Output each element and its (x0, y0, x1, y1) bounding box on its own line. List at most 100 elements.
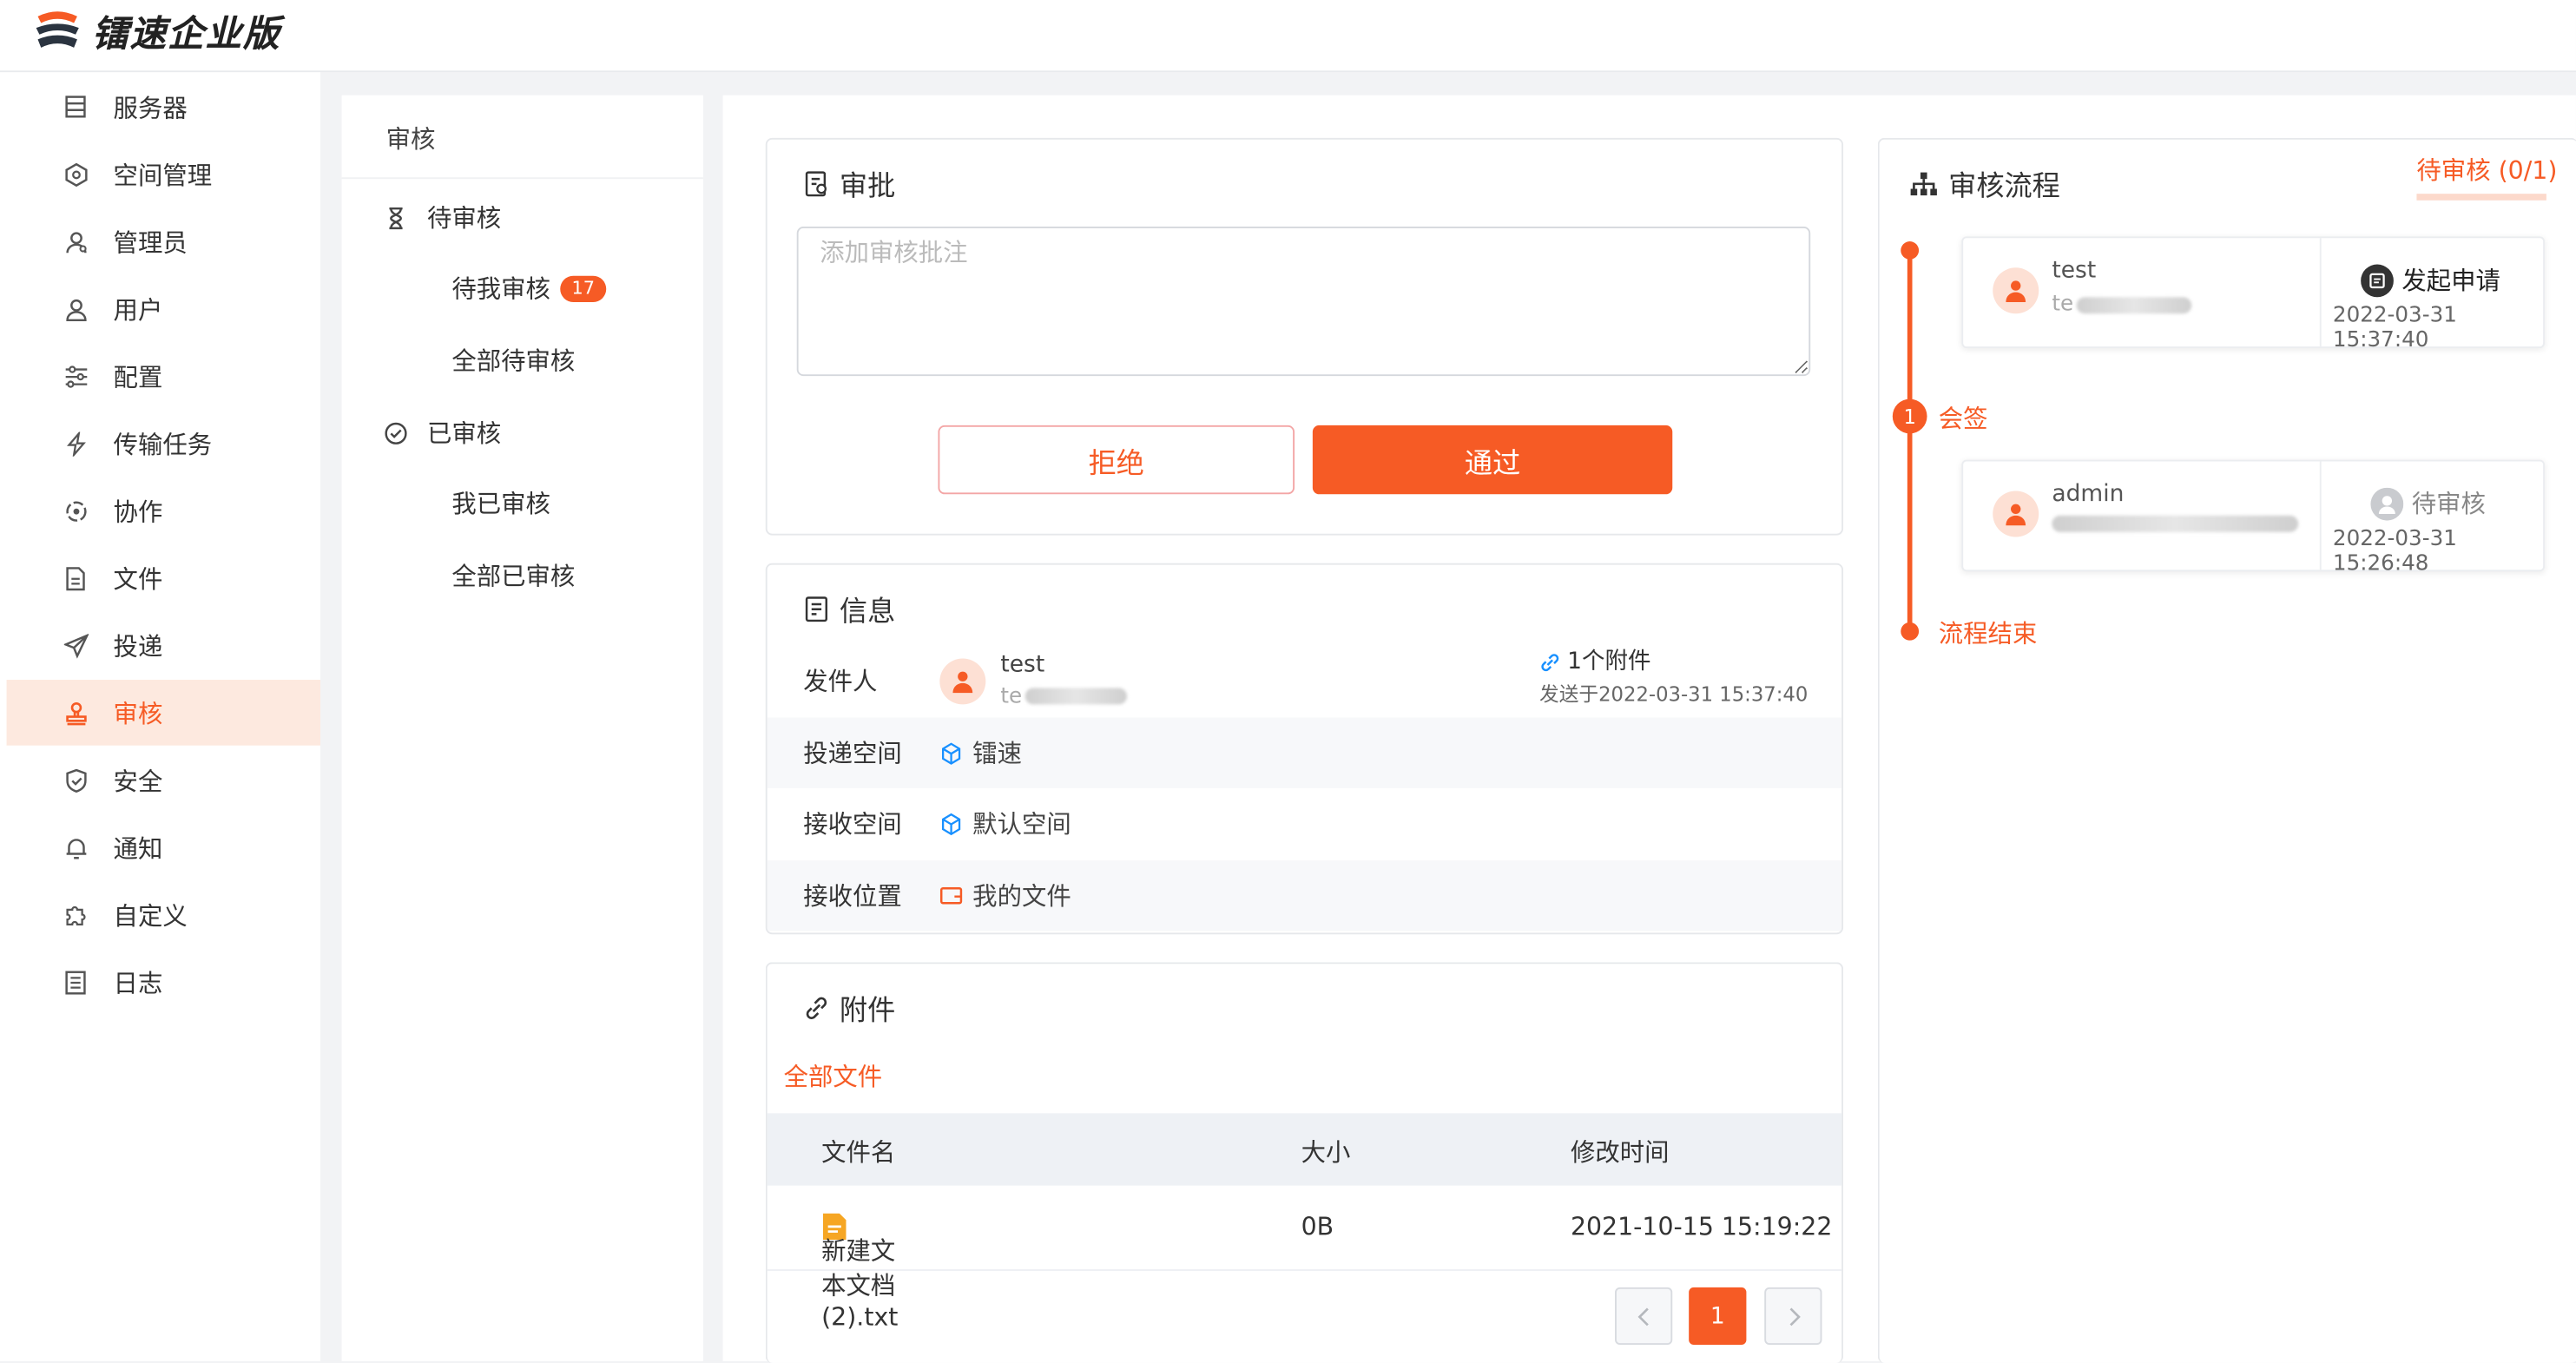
settings-sliders-icon (63, 363, 89, 389)
link-icon (1541, 653, 1559, 671)
chevron-left-icon (1637, 1307, 1648, 1326)
flow-step-divider (2319, 461, 2322, 570)
submenu-group-done[interactable]: 已审核 (385, 416, 501, 451)
submenu-item-pending-all-label: 全部待审核 (451, 346, 576, 377)
info-title-text: 信息 (839, 596, 896, 629)
shield-icon (63, 767, 89, 793)
sidebar-item-shield[interactable]: 安全 (7, 747, 320, 813)
file-name-cell: 新建文本文档 (2).txt (821, 1212, 898, 1332)
sidebar-item-label: 用户 (113, 294, 163, 325)
sidebar-item-label: 服务器 (113, 92, 188, 122)
sidebar-item-puzzle[interactable]: 自定义 (7, 882, 320, 948)
server-icon (63, 94, 89, 120)
sidebar-item-label: 协作 (113, 497, 163, 527)
prev-page-button[interactable] (1615, 1287, 1673, 1346)
filter-all-files[interactable]: 全部文件 (784, 1059, 883, 1094)
content-area: 审批 拒绝 通过 信息 发件人 test te (722, 95, 2576, 1363)
chevron-right-icon (1789, 1307, 1800, 1326)
puzzle-icon (63, 901, 89, 927)
initiator-email-row: te (2052, 292, 2192, 318)
file-size: 0B (1301, 1211, 1334, 1241)
receive-space-label: 接收空间 (803, 809, 902, 840)
approver-name: admin (2052, 481, 2125, 508)
col-size: 大小 (1301, 1137, 1351, 1168)
submenu-group-pending[interactable]: 待审核 (385, 201, 501, 235)
submenu-divider (341, 177, 703, 180)
sent-at: 发送于2022-03-31 15:37:40 (1538, 682, 1808, 707)
sidebar-item-send[interactable]: 投递 (7, 612, 320, 678)
info-title: 信息 (803, 588, 895, 629)
pass-button[interactable]: 通过 (1312, 425, 1673, 495)
sidebar-item-user[interactable]: 用户 (7, 276, 320, 342)
audit-submenu: 审核 待审核 待我审核 17 全部待审核 已审核 我已审核 全部已审核 (341, 95, 703, 1361)
attachments-table-header: 文件名 大小 修改时间 (767, 1113, 1842, 1186)
sidebar-item-settings-sliders[interactable]: 配置 (7, 343, 320, 409)
receive-location-text: 我的文件 (972, 881, 1071, 912)
initiator-time: 2022-03-31 15:37:40 (2332, 303, 2457, 353)
flow-status-tab[interactable]: 待审核 (0/1) (2416, 153, 2557, 188)
initiator-action: 发起申请 (2361, 263, 2500, 298)
submenu-item-pending-all[interactable]: 全部待审核 (451, 343, 575, 378)
sidebar-item-label: 通知 (113, 833, 163, 863)
sidebar-item-label: 审核 (113, 698, 163, 728)
sender-label: 发件人 (803, 666, 878, 696)
attachment-count-link[interactable]: 1个附件 (1539, 645, 1808, 678)
app-name: 镭速企业版 (91, 15, 281, 56)
col-filename: 文件名 (821, 1137, 896, 1168)
sidebar-item-label: 传输任务 (113, 429, 213, 459)
collaborate-icon (63, 497, 89, 523)
submenu-group-pending-label: 待审核 (426, 203, 502, 234)
paperclip-icon (806, 996, 827, 1019)
sidebar-item-label: 管理员 (113, 227, 188, 258)
submenu-item-done-all[interactable]: 全部已审核 (451, 558, 575, 593)
flow-panel: 审核流程 待审核 (0/1) 1 会签 流程结束 test te 发起申请 20… (1877, 137, 2576, 1363)
sidebar-item-label: 安全 (113, 766, 163, 796)
hourglass-icon (389, 207, 403, 229)
file-modified: 2021-10-15 15:19:22 (1570, 1211, 1833, 1241)
attachments-card: 附件 全部文件 文件名 大小 修改时间 新建文本文档 (2).txt 0B 20… (765, 962, 1844, 1363)
info-row-receive-location: 接收位置 我的文件 (767, 860, 1842, 932)
sidebar-item-collaborate[interactable]: 协作 (7, 477, 320, 543)
app-logo[interactable]: 镭速企业版 (33, 5, 281, 58)
approval-note-input[interactable] (796, 227, 1811, 377)
sidebar-item-file[interactable]: 文件 (7, 545, 320, 611)
receive-location-value: 我的文件 (939, 879, 1071, 913)
sidebar-item-admin[interactable]: 管理员 (7, 208, 320, 274)
initiator-email: te (2052, 292, 2074, 318)
sidebar-item-server[interactable]: 服务器 (7, 74, 320, 140)
sidebar-item-label: 配置 (113, 362, 163, 392)
flow-step-divider (2319, 238, 2322, 347)
redacted-email (2052, 515, 2299, 532)
sidebar-item-log[interactable]: 日志 (7, 949, 320, 1015)
next-page-button[interactable] (1764, 1287, 1822, 1346)
initiator-name: test (2052, 257, 2097, 285)
table-row[interactable]: 新建文本文档 (2).txt 0B 2021-10-15 15:19:22 (767, 1187, 1842, 1332)
submenu-item-pending-mine[interactable]: 待我审核 17 (451, 271, 607, 306)
user-avatar-icon (2006, 504, 2026, 526)
submenu-item-done-mine[interactable]: 我已审核 (451, 486, 550, 521)
page-1-button[interactable]: 1 (1689, 1287, 1747, 1346)
sidebar-item-label: 日志 (113, 967, 163, 998)
timeline-end-dot (1901, 622, 1920, 641)
flow-title-text: 审核流程 (1948, 170, 2060, 204)
reject-button[interactable]: 拒绝 (938, 425, 1295, 495)
submenu-title: 审核 (385, 124, 436, 155)
sidebar-item-space[interactable]: 空间管理 (7, 142, 320, 207)
submenu-group-done-label: 已审核 (426, 418, 502, 449)
sidebar-item-transfer[interactable]: 传输任务 (7, 411, 320, 477)
user-icon (63, 295, 89, 321)
sidebar-item-label: 投递 (113, 631, 163, 662)
attachment-count: 1个附件 (1567, 649, 1651, 675)
transfer-icon (63, 431, 89, 457)
user-avatar-icon (952, 670, 973, 693)
submenu-item-pending-mine-label: 待我审核 (451, 273, 550, 304)
folder-icon (940, 887, 963, 905)
pending-user-icon (2370, 486, 2404, 520)
sidebar-item-stamp[interactable]: 审核 (6, 680, 320, 746)
flow-end-label: 流程结束 (1938, 619, 2038, 649)
approver-avatar (1993, 491, 2039, 537)
redacted-email (1024, 688, 1128, 705)
flow-step-initiator: test te 发起申请 2022-03-31 15:37:40 (1961, 236, 2546, 353)
send-icon (63, 632, 89, 658)
sidebar-item-bell[interactable]: 通知 (7, 814, 320, 880)
